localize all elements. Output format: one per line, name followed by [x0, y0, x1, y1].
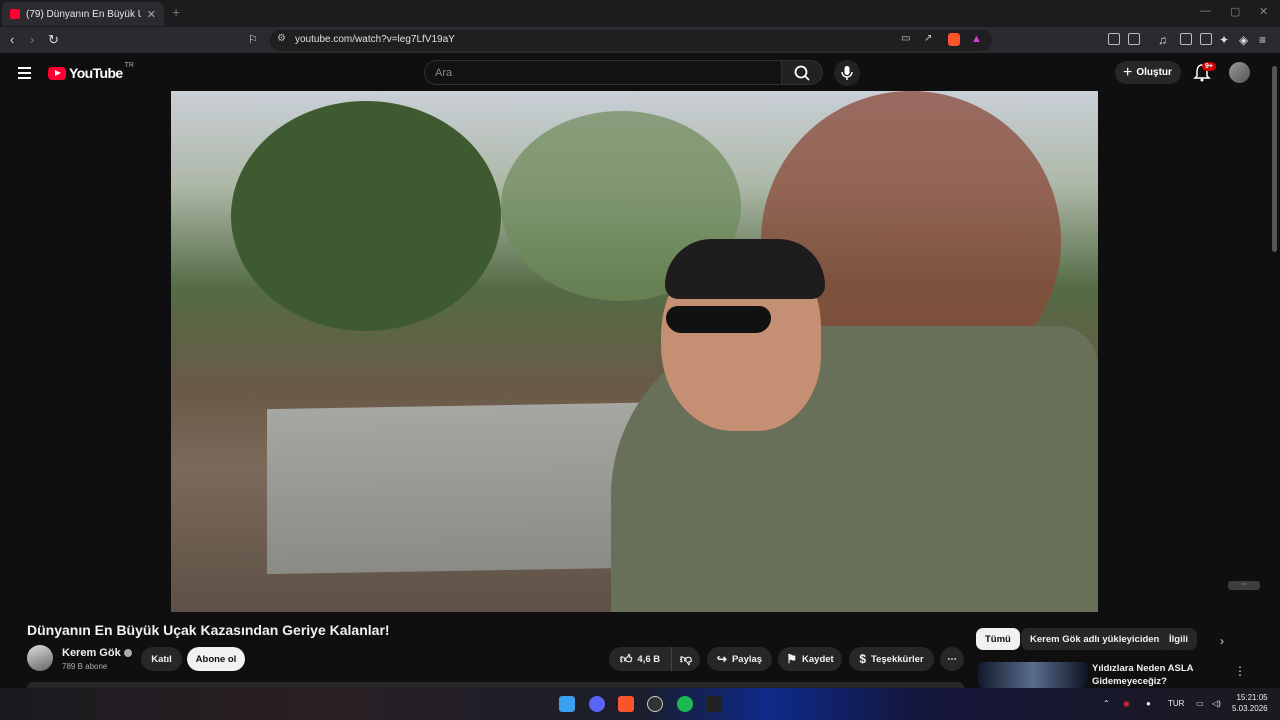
country-code: TR: [124, 62, 134, 69]
hamburger-menu-icon[interactable]: [18, 67, 31, 82]
more-actions-button[interactable]: ⋯: [940, 647, 964, 671]
leo-ai-icon[interactable]: ✦: [1219, 32, 1229, 48]
super-thanks-icon: $: [859, 652, 867, 666]
brave-shield-icon[interactable]: [948, 33, 960, 46]
browser-tab-bar: (79) Dünyanın En Büyük Uçak Ka ✕ + — ▢ ✕: [0, 0, 1280, 27]
account-avatar[interactable]: [1229, 62, 1250, 83]
thanks-label: Teşekkürler: [871, 653, 924, 665]
screenshot-icon[interactable]: [1128, 33, 1140, 45]
channel-watermark[interactable]: ⋯: [1228, 581, 1260, 590]
share-button[interactable]: ↪ Paylaş: [707, 647, 772, 671]
channel-avatar[interactable]: [27, 645, 53, 671]
create-label: Oluştur: [1136, 67, 1172, 78]
video-title: Dünyanın En Büyük Uçak Kazasından Geriye…: [27, 622, 390, 638]
extensions-icon[interactable]: [1108, 33, 1120, 45]
steam-icon[interactable]: [647, 696, 663, 712]
clock-date: 5.03.2026: [1232, 704, 1268, 713]
logo-text: YouTube: [69, 65, 123, 81]
tray-microphone-icon[interactable]: ●: [1146, 699, 1151, 708]
join-button[interactable]: Katıl: [141, 647, 182, 671]
like-count: 4,6 B: [637, 653, 661, 665]
youtube-logo[interactable]: YouTube TR: [48, 62, 134, 81]
minimize-icon[interactable]: —: [1200, 5, 1211, 17]
plus-icon: +: [1123, 63, 1133, 81]
reload-icon[interactable]: ↻: [48, 32, 59, 48]
thumbs-down-icon: 👎︎: [679, 651, 693, 666]
spotify-icon[interactable]: [677, 696, 693, 712]
subscribe-button[interactable]: Abone ol: [187, 647, 245, 671]
address-bar[interactable]: ⚙ youtube.com/watch?v=leg7LfV19aY ▭ ↗ ▲: [270, 30, 992, 51]
video-frame-tree: [231, 101, 501, 331]
dislike-button[interactable]: 👎︎: [671, 647, 700, 671]
share-label: Paylaş: [731, 653, 763, 665]
epic-games-icon[interactable]: [706, 696, 722, 712]
thumbs-up-icon: 👍︎: [619, 651, 633, 666]
notification-badge: 9+: [1202, 62, 1216, 71]
more-horizontal-icon: ⋯: [947, 653, 957, 665]
microphone-icon: [841, 66, 853, 80]
close-tab-icon[interactable]: ✕: [147, 8, 156, 21]
cast-icon[interactable]: ▭: [901, 33, 910, 44]
create-button[interactable]: + Oluştur: [1115, 61, 1181, 84]
brave-rewards-icon[interactable]: ▲: [971, 33, 982, 45]
sunglasses: [666, 306, 771, 333]
recommendation-thumbnail[interactable]: [978, 662, 1088, 688]
windows-start-icon[interactable]: [559, 696, 575, 712]
network-icon[interactable]: ▭: [1196, 699, 1204, 708]
restore-icon[interactable]: ▢: [1230, 5, 1240, 18]
sidebar-icon[interactable]: [1180, 33, 1192, 45]
language-indicator[interactable]: TUR: [1168, 699, 1184, 708]
new-tab-icon[interactable]: +: [172, 4, 180, 20]
verified-icon: [123, 649, 132, 658]
close-window-icon[interactable]: ✕: [1259, 5, 1268, 18]
browser-toolbar: ‹ › ↻ ⚐ ⚙ youtube.com/watch?v=leg7LfV19a…: [0, 27, 1280, 53]
chip-from-uploader[interactable]: Kerem Gök adlı yükleyiciden: [1021, 628, 1169, 650]
share-page-icon[interactable]: ↗: [924, 33, 932, 44]
save-button[interactable]: ⚑ Kaydet: [778, 647, 842, 671]
chip-all[interactable]: Tümü: [976, 628, 1020, 650]
headset-icon[interactable]: ◉: [1123, 699, 1130, 708]
voice-search-button[interactable]: [834, 60, 860, 86]
windows-taskbar: [0, 688, 1280, 720]
chevron-right-icon[interactable]: ›: [1220, 634, 1224, 648]
chip-related[interactable]: İlgili: [1160, 628, 1197, 650]
back-icon[interactable]: ‹: [10, 32, 14, 48]
bookmark-icon[interactable]: ⚐: [248, 32, 258, 48]
menu-icon[interactable]: ≡: [1259, 32, 1266, 48]
vpn-icon[interactable]: ◈: [1239, 32, 1248, 48]
discord-icon[interactable]: [589, 696, 605, 712]
person-hair: [665, 239, 825, 299]
like-button[interactable]: 👍︎ 4,6 B: [609, 647, 671, 671]
tray-overflow-icon[interactable]: ⌃: [1103, 699, 1110, 708]
volume-icon[interactable]: ◁): [1212, 699, 1221, 708]
forward-icon[interactable]: ›: [30, 32, 34, 48]
media-icon[interactable]: ♫: [1158, 32, 1167, 48]
browser-tab[interactable]: (79) Dünyanın En Büyük Uçak Ka ✕: [2, 2, 164, 26]
save-label: Kaydet: [802, 653, 834, 665]
youtube-favicon-icon: [10, 9, 20, 19]
subscriber-count: 789 B abone: [62, 662, 108, 671]
thanks-button[interactable]: $ Teşekkürler: [849, 647, 934, 671]
system-clock[interactable]: 15:21:05 5.03.2026: [1232, 692, 1268, 714]
page-scrollbar[interactable]: [1272, 66, 1277, 252]
recommendation-title[interactable]: Yıldızlara Neden ASLA Gidemeyeceğiz?: [1092, 662, 1212, 688]
more-vertical-icon[interactable]: ⋮: [1234, 664, 1246, 678]
share-icon: ↪: [716, 652, 727, 666]
site-settings-icon[interactable]: ⚙: [277, 33, 286, 44]
video-player[interactable]: [171, 91, 1098, 612]
search-input[interactable]: Ara: [424, 60, 782, 85]
youtube-play-icon: [48, 66, 66, 80]
channel-name-text: Kerem Gök: [62, 647, 121, 659]
channel-name[interactable]: Kerem Gök: [62, 647, 132, 659]
url-text: youtube.com/watch?v=leg7LfV19aY: [295, 34, 455, 45]
search-icon: [794, 65, 810, 81]
brave-browser-icon[interactable]: [618, 696, 634, 712]
search-button[interactable]: [781, 60, 823, 85]
tab-title: (79) Dünyanın En Büyük Uçak Ka: [26, 8, 141, 20]
youtube-header: YouTube TR Ara + Oluştur 9+: [0, 53, 1280, 91]
save-icon: ⚑: [786, 652, 798, 666]
clock-time: 15:21:05: [1236, 693, 1268, 702]
wallet-icon[interactable]: [1200, 33, 1212, 45]
